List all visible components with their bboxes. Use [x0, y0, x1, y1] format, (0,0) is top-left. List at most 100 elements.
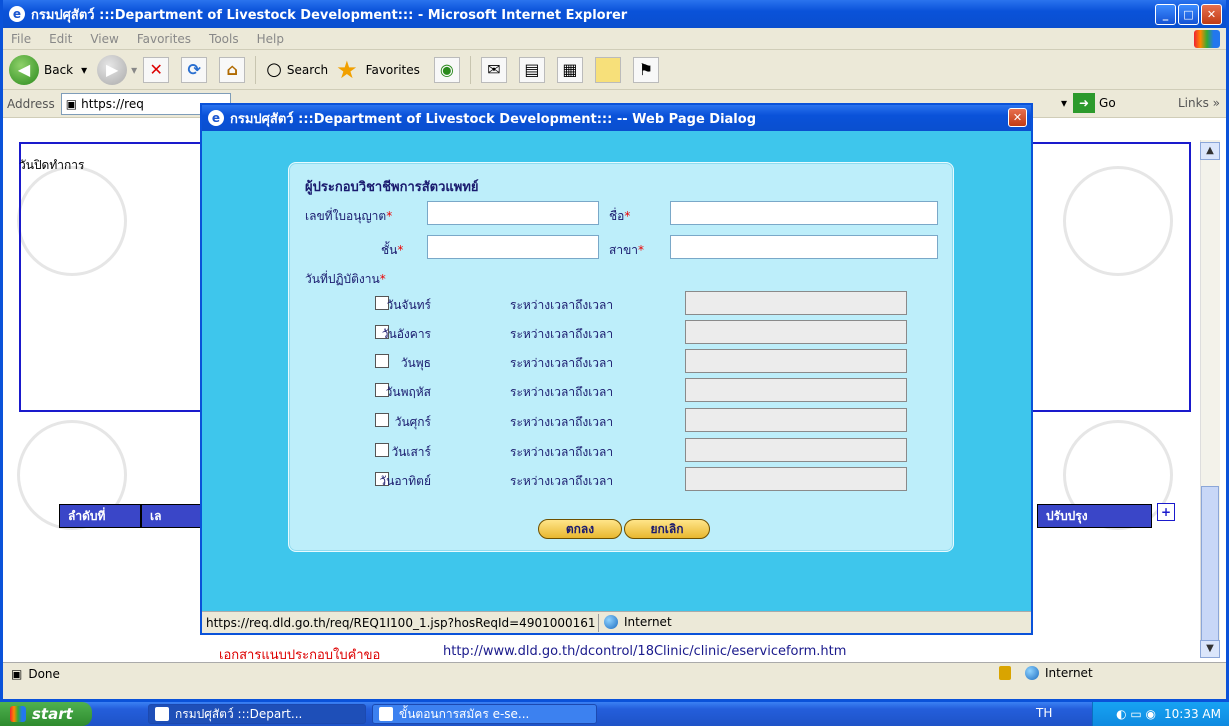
thursday-label: วันพฤหัส [385, 385, 431, 399]
branch-input[interactable] [670, 235, 938, 259]
tuesday-time-label: ระหว่างเวลาถึงเวลา [510, 327, 614, 341]
status-separator [598, 614, 599, 632]
saturday-time-input[interactable] [685, 438, 907, 462]
sunday-time-input[interactable] [685, 467, 907, 491]
dialog-status-zone-label: Internet [624, 615, 672, 629]
taskbar-item-word-label: ขั้นตอนการสมัคร e-se... [399, 706, 530, 721]
home-icon[interactable]: ⌂ [219, 56, 246, 83]
class-input[interactable] [427, 235, 599, 259]
close-button[interactable]: ✕ [1201, 4, 1222, 25]
attachment-link[interactable]: http://www.dld.go.th/dcontrol/18Clinic/c… [443, 644, 846, 659]
address-dropdown-icon[interactable]: ▾ [1061, 96, 1067, 110]
search-button[interactable]: Search [287, 63, 328, 77]
toolbar: ◀ Back ▾ ▶ ▾ ✕ ⟳ ⌂ ○ Search ★ Favorites … [3, 50, 1226, 90]
dialog-status-zone: Internet [604, 615, 672, 629]
ie-titlebar: e กรมปศุสัตว์ :::Department of Livestock… [3, 0, 1226, 28]
window-title: กรมปศุสัตว์ :::Department of Livestock D… [31, 7, 628, 23]
favorites-button[interactable]: Favorites [366, 63, 420, 77]
forward-dropdown-icon[interactable]: ▾ [131, 63, 137, 77]
friday-time-input[interactable] [685, 408, 907, 432]
license-number-input[interactable] [427, 201, 599, 225]
add-row-button[interactable]: + [1157, 503, 1175, 521]
messenger-icon[interactable]: ⚑ [632, 56, 659, 83]
back-arrow-icon[interactable]: ◀ [9, 54, 39, 85]
saturday-time-label: ระหว่างเวลาถึงเวลา [510, 445, 614, 459]
menu-file[interactable]: File [11, 32, 31, 46]
scrollbar-thumb[interactable] [1201, 486, 1219, 652]
menu-bar: File Edit View Favorites Tools Help [3, 28, 1226, 50]
status-zone: Internet [999, 666, 1093, 680]
menu-help[interactable]: Help [257, 32, 284, 46]
ok-button[interactable]: ตกลง [538, 519, 622, 539]
cancel-button[interactable]: ยกเลิก [624, 519, 710, 539]
go-label: Go [1099, 96, 1116, 110]
stop-icon[interactable]: ✕ [143, 56, 170, 83]
dialog-close-button[interactable]: ✕ [1008, 108, 1027, 127]
wednesday-time-label: ระหว่างเวลาถึงเวลา [510, 356, 614, 370]
minimize-button[interactable]: _ [1155, 4, 1176, 25]
address-value: https://req [81, 96, 144, 111]
taskbar: start กรมปศุสัตว์ :::Depart... ขั้นตอนกา… [0, 702, 1229, 726]
back-dropdown-icon[interactable]: ▾ [81, 63, 87, 77]
scroll-up-icon[interactable]: ▲ [1200, 142, 1220, 160]
name-input[interactable] [670, 201, 938, 225]
folder-icon[interactable] [594, 56, 621, 83]
table-header-order: ลำดับที่ [59, 504, 141, 528]
language-indicator[interactable]: TH [1036, 706, 1052, 720]
refresh-icon[interactable]: ⟳ [181, 56, 208, 83]
ie-logo-icon: e [208, 110, 224, 126]
wednesday-label: วันพุธ [400, 356, 431, 370]
maximize-button[interactable]: □ [1178, 4, 1199, 25]
print-icon[interactable]: ▤ [518, 56, 545, 83]
menu-view[interactable]: View [90, 32, 118, 46]
required-mark: * [624, 209, 631, 223]
go-arrow-icon[interactable]: ➜ [1073, 93, 1096, 113]
class-label-text: ชั้น [381, 243, 398, 257]
toolbar-separator [469, 55, 471, 84]
forward-arrow-icon[interactable]: ▶ [97, 54, 128, 85]
monday-time-input[interactable] [685, 291, 907, 315]
globe-icon [604, 615, 618, 629]
start-button[interactable]: start [0, 702, 92, 726]
closed-days-label: วันปิดทำการ [19, 158, 85, 172]
dialog-titlebar: e กรมปศุสัตว์ :::Department of Livestock… [202, 105, 1031, 131]
back-button[interactable]: Back [44, 63, 73, 77]
media-icon[interactable]: ◉ [433, 56, 460, 83]
dialog-status-url: https://req.dld.go.th/req/REQ1I100_1.jsp… [206, 615, 596, 630]
mail-icon[interactable]: ✉ [480, 56, 507, 83]
start-label: start [32, 705, 73, 723]
menu-favorites[interactable]: Favorites [137, 32, 191, 46]
go-button[interactable]: ▾ ➜ Go [1061, 93, 1116, 113]
taskbar-item-ie-label: กรมปศุสัตว์ :::Depart... [175, 706, 303, 721]
menu-tools[interactable]: Tools [209, 32, 239, 46]
links-label: Links [1178, 96, 1209, 110]
links-button[interactable]: Links » [1178, 96, 1220, 110]
ie-logo-icon: e [9, 6, 25, 22]
clock: 10:33 AM [1164, 707, 1221, 721]
taskbar-item-word[interactable]: ขั้นตอนการสมัคร e-se... [372, 704, 597, 724]
favorites-star-icon[interactable]: ★ [336, 56, 358, 84]
monday-time-label: ระหว่างเวลาถึงเวลา [510, 298, 614, 312]
tray-icons[interactable]: ◐ ▭ ◉ [1116, 707, 1156, 721]
window-controls: _ □ ✕ [1155, 4, 1222, 25]
thursday-time-input[interactable] [685, 378, 907, 402]
page-done-icon: ▣ [11, 666, 23, 681]
monday-label: วันจันทร์ [386, 298, 431, 312]
taskbar-item-ie[interactable]: กรมปศุสัตว์ :::Depart... [148, 704, 366, 724]
menu-edit[interactable]: Edit [49, 32, 72, 46]
search-icon[interactable]: ○ [266, 59, 282, 80]
dialog-status-bar: https://req.dld.go.th/req/REQ1I100_1.jsp… [202, 611, 1031, 633]
scroll-down-icon[interactable]: ▼ [1200, 640, 1220, 658]
toolbar-separator [255, 55, 257, 84]
name-label-text: ชื่อ [609, 209, 625, 223]
status-bar: ▣ Done Internet [3, 662, 1226, 684]
edit-icon[interactable]: ▦ [556, 56, 583, 83]
tuesday-time-input[interactable] [685, 320, 907, 344]
class-label: ชั้น* [381, 241, 403, 260]
saturday-label: วันเสาร์ [391, 445, 431, 459]
thursday-time-label: ระหว่างเวลาถึงเวลา [510, 385, 614, 399]
form-title: ผู้ประกอบวิชาชีพการสัตวแพทย์ [305, 180, 479, 195]
sunday-time-label: ระหว่างเวลาถึงเวลา [510, 474, 614, 488]
wednesday-time-input[interactable] [685, 349, 907, 373]
ie-logo-icon [155, 707, 169, 721]
